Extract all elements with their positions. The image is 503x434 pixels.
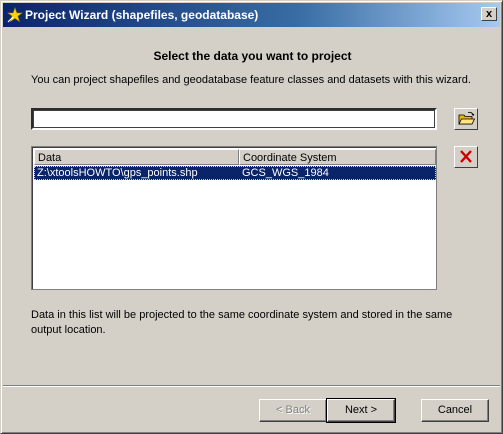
- wizard-star-icon: [7, 7, 23, 23]
- close-button[interactable]: x: [481, 7, 497, 21]
- page-heading: Select the data you want to project: [153, 49, 352, 63]
- cancel-button[interactable]: Cancel: [421, 399, 489, 422]
- coordinate-system-cell: GCS_WGS_1984: [242, 167, 329, 179]
- page-description: You can project shapefiles and geodataba…: [31, 74, 471, 86]
- back-button-label: < Back: [276, 404, 310, 416]
- browse-button[interactable]: [454, 108, 478, 130]
- title-bar[interactable]: Project Wizard (shapefiles, geodatabase)…: [3, 3, 500, 27]
- cancel-button-label: Cancel: [437, 404, 473, 416]
- window-title: Project Wizard (shapefiles, geodatabase): [25, 8, 259, 22]
- table-row[interactable]: Z:\xtoolsHOWTO\gps_points.shp GCS_WGS_19…: [34, 166, 436, 180]
- data-cell: Z:\xtoolsHOWTO\gps_points.shp: [37, 167, 198, 179]
- list-header: Data Coordinate System: [34, 149, 436, 165]
- project-wizard-window: Project Wizard (shapefiles, geodatabase)…: [0, 0, 503, 434]
- data-list[interactable]: Data Coordinate System Z:\xtoolsHOWTO\gp…: [31, 146, 437, 290]
- back-button[interactable]: < Back: [259, 399, 327, 422]
- open-folder-icon: [458, 111, 476, 125]
- info-note: Data in this list will be projected to t…: [31, 309, 453, 336]
- divider: [3, 385, 500, 387]
- red-x-icon: [460, 150, 472, 163]
- next-button-label: Next >: [344, 404, 378, 416]
- close-icon: x: [485, 8, 493, 20]
- column-header-coordinate-system[interactable]: Coordinate System: [239, 149, 436, 165]
- next-button[interactable]: Next >: [326, 398, 396, 423]
- remove-button[interactable]: [454, 146, 478, 168]
- path-input[interactable]: [31, 108, 437, 130]
- column-header-data[interactable]: Data: [34, 149, 239, 165]
